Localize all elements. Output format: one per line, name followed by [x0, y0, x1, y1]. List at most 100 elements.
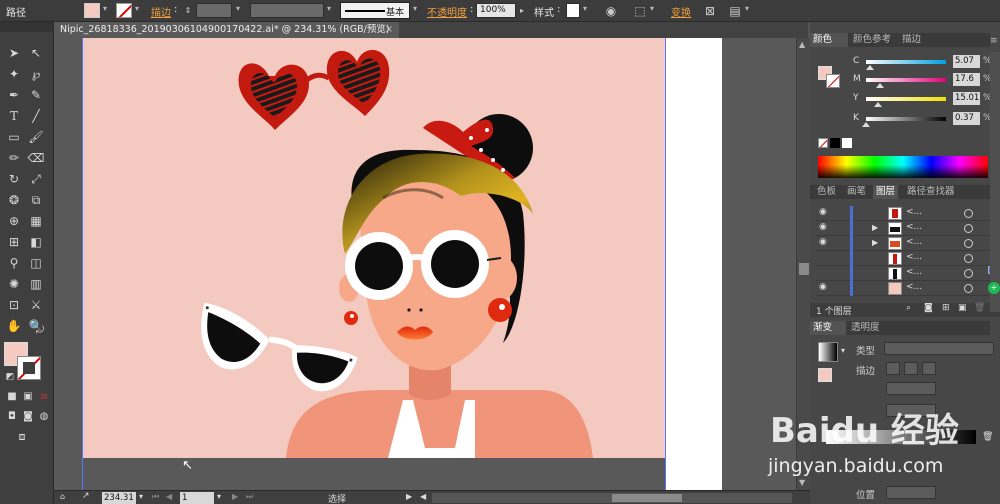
black-swatch[interactable] [830, 138, 840, 148]
gradient-fill-swatch[interactable] [818, 368, 832, 382]
shape-builder-tool-icon[interactable]: ⊕ [4, 212, 24, 230]
layer-row[interactable]: ◉ ▶ <... [816, 221, 990, 236]
black-slider[interactable] [866, 117, 946, 121]
make-clipping-mask-icon[interactable]: ◙ [924, 303, 933, 313]
rotate-tool-icon[interactable]: ↻ [4, 170, 24, 188]
layer-target-icon[interactable] [964, 269, 973, 278]
eraser-tool-icon[interactable]: ⌫ [26, 149, 46, 167]
visibility-eye-icon[interactable]: ◉ [819, 283, 829, 292]
artboard-dropdown-icon[interactable]: ▾ [217, 492, 221, 501]
graphic-style-swatch[interactable] [566, 3, 580, 18]
gradient-angle-field[interactable] [886, 382, 936, 395]
pen-tool-icon[interactable]: ✒ [4, 86, 24, 104]
layer-row[interactable]: ◉ ▶ <... [816, 236, 990, 251]
type-tool-icon[interactable]: T [4, 107, 24, 125]
delete-stop-icon[interactable]: 🗑 [982, 432, 993, 442]
fill-dropdown-icon[interactable]: ▾ [103, 4, 107, 13]
opacity-arrow-icon[interactable]: ▸ [517, 3, 527, 19]
magenta-slider[interactable] [866, 78, 946, 82]
gradient-type-select[interactable] [884, 342, 994, 355]
vertical-scroll-thumb[interactable] [799, 263, 809, 275]
tab-swatches[interactable]: 色板 [814, 185, 839, 199]
scale-tool-icon[interactable]: ⤢ [26, 170, 46, 188]
tab-transparency[interactable]: 透明度 [848, 321, 883, 335]
tab-layers[interactable]: 图层 [873, 185, 899, 199]
magenta-knob[interactable] [876, 83, 885, 88]
new-sublayer-icon[interactable]: ⊞ [942, 303, 950, 313]
scroll-down-icon[interactable]: ▼ [799, 478, 805, 487]
layer-row[interactable]: <... [816, 266, 990, 281]
slice-tool-icon[interactable]: ⚔ [26, 296, 46, 314]
artboard-nav-icon[interactable]: ⌂ [60, 492, 65, 501]
zoom-dropdown-icon[interactable]: ▾ [139, 492, 143, 501]
stroke-gradient-option-2[interactable] [904, 362, 918, 375]
cyan-knob[interactable] [866, 65, 875, 70]
previous-artboard-icon[interactable]: ◀ [166, 492, 172, 501]
eyedropper-tool-icon[interactable]: ⚲ [4, 254, 24, 272]
visibility-eye-icon[interactable]: ◉ [819, 208, 829, 217]
layer-target-icon[interactable] [964, 239, 973, 248]
visibility-eye-icon[interactable]: ◉ [819, 238, 829, 247]
transform-label[interactable]: 变换 [671, 4, 691, 19]
horizontal-scrollbar[interactable] [432, 493, 792, 503]
brush-definition-field[interactable]: 基本 [340, 2, 410, 19]
status-menu-icon[interactable]: ▶ [406, 492, 412, 501]
first-artboard-icon[interactable]: ⏮ [152, 492, 159, 502]
line-tool-icon[interactable]: ╱ [26, 107, 46, 125]
gradient-preview[interactable] [818, 342, 838, 362]
layer-target-icon[interactable] [964, 254, 973, 263]
expand-triangle-icon[interactable]: ▶ [872, 223, 878, 232]
artboard-tool-icon[interactable]: ⊡ [4, 296, 24, 314]
free-transform-tool-icon[interactable]: ⧉ [26, 191, 46, 209]
magenta-value-field[interactable]: 17.6 [953, 73, 980, 86]
arrange-dropdown-icon[interactable]: ▾ [745, 4, 749, 13]
paintbrush-tool-icon[interactable]: 🖌 [26, 128, 46, 146]
magic-wand-tool-icon[interactable]: ✦ [4, 65, 24, 83]
visibility-eye-icon[interactable]: ◉ [819, 223, 829, 232]
stroke-gradient-option-1[interactable] [886, 362, 900, 375]
vertical-scrollbar[interactable]: ▲ ▼ [796, 38, 810, 490]
column-graph-tool-icon[interactable]: ▥ [26, 275, 46, 293]
dock-collapse-strip[interactable] [990, 52, 1000, 312]
warp-tool-icon[interactable]: ❂ [4, 191, 24, 209]
profile-dropdown-icon[interactable]: ▾ [327, 4, 331, 13]
cat-eye-sunglasses[interactable] [190, 302, 361, 400]
none-mode-icon[interactable]: ⧄ [34, 388, 54, 406]
heart-sunglasses[interactable] [238, 49, 390, 130]
align-selection-icon[interactable]: ⬚ [632, 3, 648, 19]
stroke-swatch-large[interactable] [17, 356, 41, 380]
stroke-gradient-option-3[interactable] [922, 362, 936, 375]
selection-tool-icon[interactable]: ➤ [4, 44, 24, 62]
symbol-sprayer-tool-icon[interactable]: ✺ [4, 275, 24, 293]
black-value-field[interactable]: 0.37 [953, 112, 980, 125]
tab-color[interactable]: 颜色 [810, 33, 848, 47]
zoom-field[interactable]: 234.31 [102, 492, 136, 504]
opacity-label[interactable]: 不透明度 [427, 4, 467, 19]
plugin-icon[interactable]: + [988, 282, 1000, 294]
style-dropdown-icon[interactable]: ▾ [583, 4, 587, 13]
pencil-tool-icon[interactable]: ✏ [4, 149, 24, 167]
tab-stroke[interactable]: 描边 [899, 33, 924, 47]
layer-target-icon[interactable] [964, 224, 973, 233]
none-color-swatch[interactable] [818, 138, 828, 148]
curvature-tool-icon[interactable]: ✎ [26, 86, 46, 104]
artboard[interactable] [83, 38, 666, 458]
stroke-weight-field[interactable] [196, 3, 232, 18]
isolate-icon[interactable]: ⊠ [702, 3, 718, 19]
panel-menu-icon[interactable]: ≡ [990, 36, 998, 46]
layer-target-icon[interactable] [964, 209, 973, 218]
stroke-weight-dropdown-icon[interactable]: ▾ [236, 4, 240, 13]
fill-color-swatch[interactable] [84, 3, 100, 18]
stroke-color-swatch[interactable] [116, 3, 132, 18]
brush-dropdown-icon[interactable]: ▾ [413, 4, 417, 13]
tab-gradient[interactable]: 渐变 [810, 321, 846, 335]
rectangle-tool-icon[interactable]: ▭ [4, 128, 24, 146]
blend-tool-icon[interactable]: ◫ [26, 254, 46, 272]
tab-color-guide[interactable]: 颜色参考 [850, 33, 894, 47]
scroll-up-icon[interactable]: ▲ [799, 40, 805, 49]
recolor-artwork-icon[interactable]: ◉ [603, 3, 619, 19]
default-fill-stroke-icon[interactable]: ◩ [0, 368, 20, 386]
mesh-tool-icon[interactable]: ⊞ [4, 233, 24, 251]
next-artboard-icon[interactable]: ▶ [232, 492, 238, 501]
gradient-preset-dropdown-icon[interactable]: ▾ [841, 346, 845, 355]
